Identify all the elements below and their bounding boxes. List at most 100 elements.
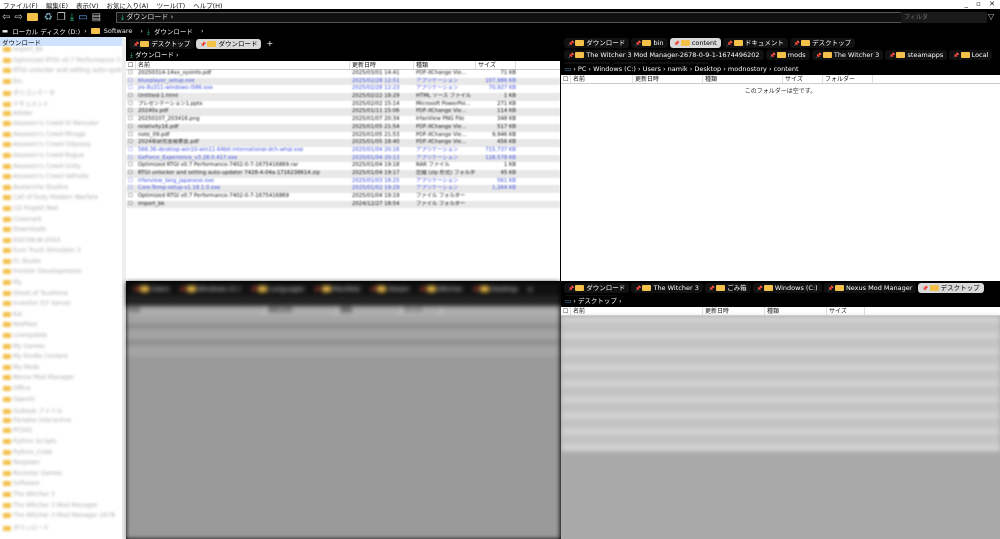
row-checkbox[interactable]: ☐	[126, 139, 136, 147]
table-row[interactable]	[561, 332, 1000, 340]
tab-pane2[interactable]: 📌 The Witcher 3 Mod Manager-2678-0-9-1-16…	[564, 50, 764, 60]
tab-pane2[interactable]: 📌 content	[669, 38, 721, 48]
table-row[interactable]	[126, 347, 560, 355]
table-row[interactable]	[561, 364, 1000, 372]
tree-item[interactable]: My Games	[0, 343, 122, 354]
tab-pane3[interactable]: 📌 Windows (C:)	[752, 283, 822, 293]
tree-item[interactable]: Optimized RTGI v0.7 Performance-74...	[0, 57, 122, 68]
row-checkbox[interactable]: ☐	[126, 132, 136, 140]
row-checkbox[interactable]: ☐	[126, 124, 136, 132]
tree-header[interactable]: ダウンロード	[0, 37, 122, 47]
row-checkbox[interactable]: ☐	[126, 185, 136, 193]
tree-item[interactable]: Software	[0, 480, 122, 491]
tree-item[interactable]: FL Studio	[0, 258, 122, 269]
tree-item[interactable]: The Witcher 3 Mod Manager	[0, 502, 122, 513]
filter-input[interactable]: フィルタ	[901, 12, 987, 23]
row-checkbox[interactable]: ☐	[126, 78, 136, 86]
location-folder-download[interactable]: ⤓ ダウンロード	[147, 26, 197, 37]
row-checkbox[interactable]: ☐	[126, 178, 136, 186]
table-row[interactable]	[561, 380, 1000, 388]
tab-pane2[interactable]: 📌 デスクトップ	[789, 38, 856, 48]
view-icon[interactable]: ▤	[92, 12, 101, 23]
table-row[interactable]: ☐ blueplayer_setup.exe 2025/02/28 12:51 アプリ…	[126, 77, 560, 86]
back-icon[interactable]: ⇦	[2, 12, 10, 23]
tree-item[interactable]: KeePass	[0, 321, 122, 332]
tab-pane2[interactable]: 📌 bin	[631, 38, 668, 48]
col-type[interactable]: 種類	[703, 75, 783, 83]
location-drive[interactable]: ローカル ディスク (D:)	[12, 26, 80, 36]
tree-item[interactable]: Assassin's Creed Unity	[0, 163, 122, 174]
tab-pane3[interactable]: 📌 The Witcher 3	[631, 283, 703, 293]
table-row[interactable]	[561, 444, 1000, 452]
tree-item[interactable]: Paradox Interactive	[0, 417, 122, 428]
table-row[interactable]	[561, 404, 1000, 412]
tree-item[interactable]: The Witcher 3 Mod Manager 2678	[0, 512, 122, 523]
new-tab-button[interactable]: +	[263, 39, 276, 48]
row-checkbox[interactable]: ☐	[126, 85, 136, 93]
table-row[interactable]: ☐ import_bk 2024/12/27 18:54 ファイル フォルダー	[126, 200, 560, 209]
col-name[interactable]: 名前	[126, 306, 266, 314]
tab-pane2[interactable]: 📌 The Witcher 3	[811, 50, 884, 60]
tree-item[interactable]: Euro Truck Simulator 2	[0, 247, 122, 258]
new-tab-button[interactable]: +	[524, 285, 537, 294]
tree-item[interactable]: My Mods	[0, 364, 122, 375]
tree-item[interactable]: import_bk	[0, 46, 122, 57]
tree-item[interactable]: Assassin's Creed IV Rerouter	[0, 120, 122, 131]
monitor-icon[interactable]: ▭	[78, 12, 87, 23]
table-row[interactable]: ☐ Optimized RTGI v0.7 Performance-7402-0-…	[126, 193, 560, 201]
tree-item[interactable]: ポリゴンデータ	[0, 88, 122, 99]
forward-icon[interactable]: ⇨	[14, 12, 22, 23]
tab-pane3[interactable]: 📌 Nexus Mod Manager	[823, 283, 917, 293]
col-size[interactable]: サイズ	[783, 75, 823, 83]
table-row[interactable]	[561, 428, 1000, 436]
table-row[interactable]: ☐ note_09.pdf 2025/01/05 21:53 PDF-XChange …	[126, 132, 560, 140]
col-date[interactable]: 更新日時	[350, 61, 414, 69]
tree-item[interactable]: ドキュメント	[0, 99, 122, 110]
tree-item[interactable]: Ghost of Tsushima	[0, 290, 122, 301]
tree-item[interactable]: Assassin's Creed Mirage	[0, 131, 122, 142]
table-row[interactable]: ☐ GeForce_Experience_v3.28.0.417.exe 2025/…	[126, 154, 560, 163]
row-checkbox[interactable]: ☐	[126, 170, 136, 178]
tab-pane4[interactable]: 📌 Desktop	[468, 284, 522, 294]
col-date[interactable]: 更新日時	[703, 307, 765, 315]
select-all-checkbox[interactable]: ☐	[561, 307, 571, 315]
col-type[interactable]: 種類	[414, 61, 476, 69]
recycle-icon[interactable]: ♻	[44, 12, 53, 23]
table-row[interactable]	[561, 356, 1000, 364]
col-type[interactable]: 種類	[765, 307, 827, 315]
tree-item[interactable]: Frontier Developments	[0, 268, 122, 279]
folder-icon[interactable]	[26, 12, 40, 23]
row-checkbox[interactable]: ☐	[126, 101, 136, 109]
tree-item[interactable]: RTGI unlocker and setting auto-update	[0, 67, 122, 78]
table-row[interactable]: ☐ 566.36-desktop-win10-win11-64bit-intern…	[126, 147, 560, 155]
col-type[interactable]: 種類	[338, 306, 402, 314]
tree-item[interactable]: Inventor ICF Server	[0, 300, 122, 311]
table-row[interactable]: ☐ Untitled-1.html 2025/02/22 18:29 HTML ソース…	[126, 93, 560, 101]
tab-pane4[interactable]: 📌 Windows (C:)	[175, 284, 245, 294]
tab-pane2[interactable]: 📌 ダウンロード	[564, 38, 630, 48]
tree-item[interactable]: LiveUpdate	[0, 332, 122, 343]
tree-item[interactable]: Kal	[0, 311, 122, 322]
tree-item[interactable]: Office	[0, 385, 122, 396]
col-name[interactable]: 名前	[136, 61, 350, 69]
table-row[interactable]	[561, 412, 1000, 420]
col-size[interactable]: サイズ	[827, 307, 865, 315]
table-row[interactable]	[561, 316, 1000, 324]
row-checkbox[interactable]: ☐	[126, 193, 136, 201]
row-checkbox[interactable]: ☐	[126, 162, 136, 170]
tree-item[interactable]: PCSX2	[0, 427, 122, 438]
tree-item[interactable]: OpenIV	[0, 396, 122, 407]
tree-item[interactable]: bin	[0, 78, 122, 89]
row-checkbox[interactable]: ☐	[126, 201, 136, 209]
tree-item[interactable]: Downloads	[0, 226, 122, 237]
download-icon[interactable]: ⤓	[70, 12, 74, 23]
tree-item[interactable]: CD Projekt Red	[0, 205, 122, 216]
table-row[interactable]	[126, 323, 560, 331]
table-row[interactable]: ☐ 20250314-14xx_sysinfo.pdf 2025/03/01 14:…	[126, 70, 560, 78]
table-row[interactable]	[126, 331, 560, 339]
location-folder-software[interactable]: Software	[90, 27, 137, 35]
tab-pane4[interactable]: 📌 Languages	[246, 284, 309, 294]
tree-item[interactable]: Assassin's Creed Rogue	[0, 152, 122, 163]
table-row[interactable]: ☐ jre-8u311-windows-i586.exe 2025/02/28 12…	[126, 85, 560, 93]
row-checkbox[interactable]: ☐	[126, 116, 136, 124]
